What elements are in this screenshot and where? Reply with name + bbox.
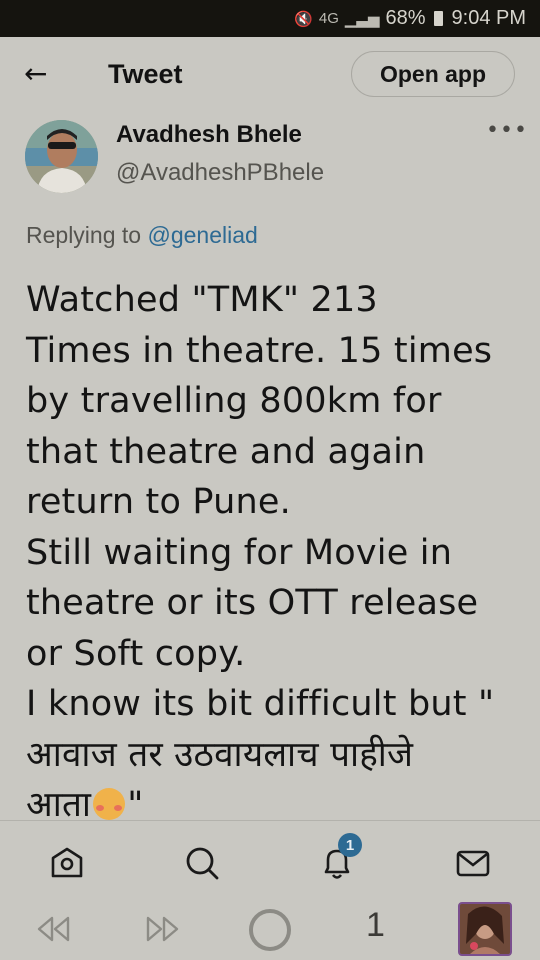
bottom-tab-bar xyxy=(0,821,540,898)
tweet-line: that theatre and again xyxy=(26,431,426,472)
tab-count[interactable]: 1 xyxy=(366,906,385,945)
tweet-line: आवाज तर उठवायलाच पाहीजे xyxy=(26,734,414,775)
home-icon[interactable] xyxy=(47,843,87,883)
more-options-icon[interactable]: ••• xyxy=(486,118,528,143)
tweet-line: Times in theatre. 15 times xyxy=(26,330,493,371)
tweet-line: I know its bit difficult but " xyxy=(26,684,495,724)
avatar-photo xyxy=(25,120,98,193)
author-name[interactable]: Avadhesh Bhele xyxy=(116,121,302,149)
replying-prefix: Replying to xyxy=(26,222,142,248)
signal-icon: ▁▃▅ xyxy=(344,10,380,28)
status-bar: 🔇 4G ▁▃▅ 68% 9:04 PM xyxy=(0,0,540,37)
tweet-line: return to Pune. xyxy=(26,482,291,522)
author-handle[interactable]: @AvadheshPBhele xyxy=(116,159,324,187)
battery-icon xyxy=(433,11,443,26)
tweet-line-suffix: " xyxy=(127,785,144,825)
open-app-button[interactable]: Open app xyxy=(351,51,515,97)
fast-forward-icon[interactable] xyxy=(143,913,181,945)
rewind-icon[interactable] xyxy=(35,913,73,945)
avatar[interactable] xyxy=(25,120,98,193)
thumbnail-image xyxy=(460,904,510,954)
tweet-header: ← Tweet Open app xyxy=(0,37,540,113)
tweet-line: theatre or its OTT release xyxy=(26,583,479,623)
back-arrow-icon[interactable]: ← xyxy=(24,57,47,91)
tweet-text: Watched "TMK" 213 Times in theatre. 15 t… xyxy=(26,275,526,831)
tab-thumbnail[interactable] xyxy=(458,902,512,956)
messages-icon[interactable] xyxy=(453,843,493,883)
search-icon[interactable] xyxy=(182,843,222,883)
notifications-badge: 1 xyxy=(338,833,362,857)
clock: 9:04 PM xyxy=(451,7,526,29)
tweet-line: or Soft copy. xyxy=(26,633,246,674)
page-title: Tweet xyxy=(108,59,183,89)
tweet-line: Still waiting for Movie in xyxy=(26,532,453,573)
network-type: 4G xyxy=(318,10,339,27)
replying-mention-link[interactable]: @geneliad xyxy=(147,222,257,248)
battery-percent: 68% xyxy=(385,7,426,29)
mute-icon: 🔇 xyxy=(294,10,313,28)
tweet-line: Watched "TMK" 213 xyxy=(26,280,378,320)
replying-to: Replying to @geneliad xyxy=(26,222,258,249)
smiling-blush-emoji-icon xyxy=(93,788,126,820)
tweet-line-text: आता xyxy=(26,785,92,825)
loading-spinner-icon[interactable] xyxy=(247,907,293,953)
tweet-line: by travelling 800km for xyxy=(26,381,442,421)
